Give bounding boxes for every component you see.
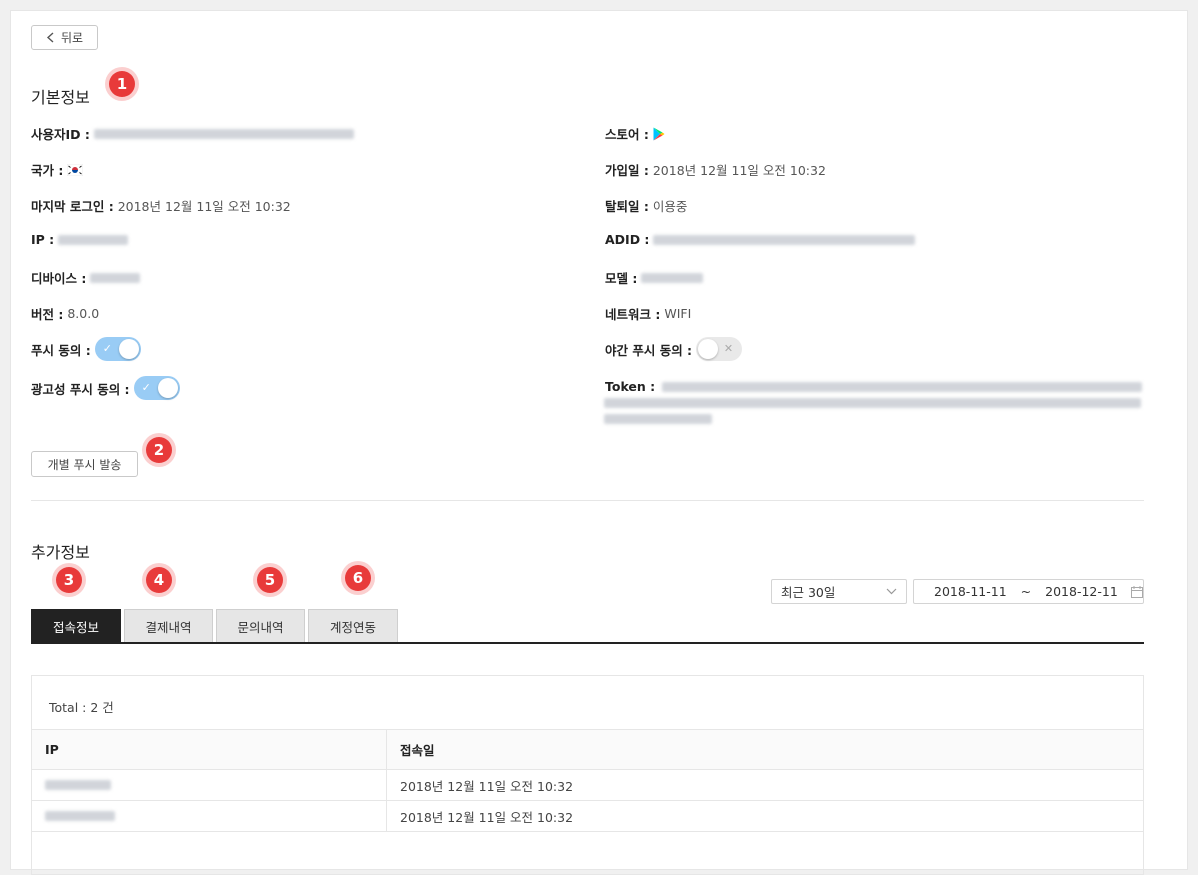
country-label: 국가 : (31, 163, 64, 178)
column-header-ip: IP (32, 729, 386, 770)
redacted-ip (45, 780, 111, 790)
individual-push-button[interactable]: 개별 푸시 발송 (31, 451, 138, 477)
date-separator: ~ (1020, 584, 1032, 599)
extra-info-title: 추가정보 (31, 543, 90, 562)
store-label: 스토어 : (605, 127, 649, 142)
night-push-agree-label: 야간 푸시 동의 : (605, 342, 693, 358)
leave-date-row: 탈퇴일 : 이용중 (605, 196, 687, 215)
ip-row: IP : (31, 232, 129, 247)
device-label: 디바이스 : (31, 271, 87, 286)
last-login-label: 마지막 로그인 : (31, 199, 114, 214)
push-agree-row: 푸시 동의 : ✓ (31, 337, 141, 361)
push-agree-toggle[interactable]: ✓ (94, 337, 141, 361)
tab-payment-history[interactable]: 결제내역 (124, 609, 213, 643)
period-select-value: 최근 30일 (781, 585, 836, 600)
google-play-icon (653, 127, 665, 140)
chevron-left-icon (46, 32, 54, 43)
tab-access-info[interactable]: 접속정보 (31, 609, 121, 643)
back-label: 뒤로 (60, 31, 84, 45)
tab-inquiry-history[interactable]: 문의내역 (216, 609, 305, 643)
annotation-badge-2: 2 (142, 433, 176, 467)
calendar-icon[interactable] (1130, 585, 1143, 598)
section-divider (31, 500, 1144, 501)
leave-date-value: 이용중 (652, 199, 688, 214)
redacted-ip (58, 234, 129, 245)
table-row-ip (32, 801, 386, 832)
device-row: 디바이스 : (31, 268, 141, 287)
tab-underline (31, 642, 1144, 644)
redacted-ip (45, 811, 115, 821)
back-button[interactable]: 뒤로 (31, 25, 98, 50)
redacted-adid (653, 234, 916, 245)
store-row: 스토어 : (605, 124, 665, 143)
redacted-user-id (93, 128, 354, 139)
version-label: 버전 : (31, 307, 64, 322)
annotation-badge-6: 6 (341, 561, 375, 595)
column-header-access-date: 접속일 (386, 729, 1143, 770)
join-date-row: 가입일 : 2018년 12월 11일 오전 10:32 (605, 160, 826, 179)
ad-push-agree-toggle[interactable]: ✓ (133, 376, 180, 400)
join-date-value: 2018년 12월 11일 오전 10:32 (652, 163, 826, 178)
user-id-label: 사용자ID : (31, 127, 90, 142)
leave-date-label: 탈퇴일 : (605, 199, 649, 214)
ad-push-agree-row: 광고성 푸시 동의 : ✓ (31, 376, 180, 400)
redacted-model (641, 272, 704, 283)
ip-label: IP : (31, 232, 55, 247)
close-icon: ✕ (723, 342, 734, 355)
network-label: 네트워크 : (605, 307, 661, 322)
annotation-badge-3: 3 (52, 563, 86, 597)
push-agree-label: 푸시 동의 : (31, 342, 91, 358)
annotation-badge-4: 4 (142, 563, 176, 597)
check-icon: ✓ (102, 342, 112, 355)
user-id-row: 사용자ID : (31, 124, 354, 143)
ad-push-agree-label: 광고성 푸시 동의 : (31, 381, 130, 397)
korea-flag-icon (67, 163, 84, 176)
join-date-label: 가입일 : (605, 163, 649, 178)
last-login-row: 마지막 로그인 : 2018년 12월 11일 오전 10:32 (31, 196, 291, 215)
night-push-agree-row: 야간 푸시 동의 : ✕ (605, 337, 743, 361)
redacted-device (90, 272, 141, 283)
date-range-picker[interactable]: 2018-11-11 ~ 2018-12-11 (913, 579, 1144, 604)
country-row: 국가 : (31, 160, 84, 179)
date-to[interactable]: 2018-12-11 (1045, 584, 1118, 599)
table-row-ip (32, 770, 386, 801)
token-row: Token : (605, 379, 655, 394)
tab-account-link[interactable]: 계정연동 (308, 609, 398, 643)
date-from[interactable]: 2018-11-11 (934, 584, 1007, 599)
table-row-date: 2018년 12월 11일 오전 10:32 (386, 770, 1143, 801)
check-icon: ✓ (141, 381, 151, 394)
total-count: Total : 2 건 (49, 700, 114, 715)
version-value: 8.0.0 (67, 306, 100, 321)
table-row-date: 2018년 12월 11일 오전 10:32 (386, 801, 1143, 832)
basic-info-title: 기본정보 (31, 88, 90, 107)
annotation-badge-5: 5 (253, 563, 287, 597)
annotation-badge-1: 1 (105, 67, 139, 101)
chevron-down-icon (886, 588, 897, 595)
night-push-agree-toggle[interactable]: ✕ (696, 337, 743, 361)
model-label: 모델 : (605, 271, 638, 286)
network-value: WIFI (664, 306, 692, 321)
network-row: 네트워크 : WIFI (605, 304, 691, 323)
version-row: 버전 : 8.0.0 (31, 304, 99, 323)
last-login-value: 2018년 12월 11일 오전 10:32 (117, 199, 291, 214)
period-select[interactable]: 최근 30일 (771, 579, 907, 604)
model-row: 모델 : (605, 268, 704, 287)
adid-row: ADID : (605, 232, 916, 247)
adid-label: ADID : (605, 232, 650, 247)
redacted-token (604, 382, 1142, 424)
token-label: Token : (605, 379, 656, 394)
